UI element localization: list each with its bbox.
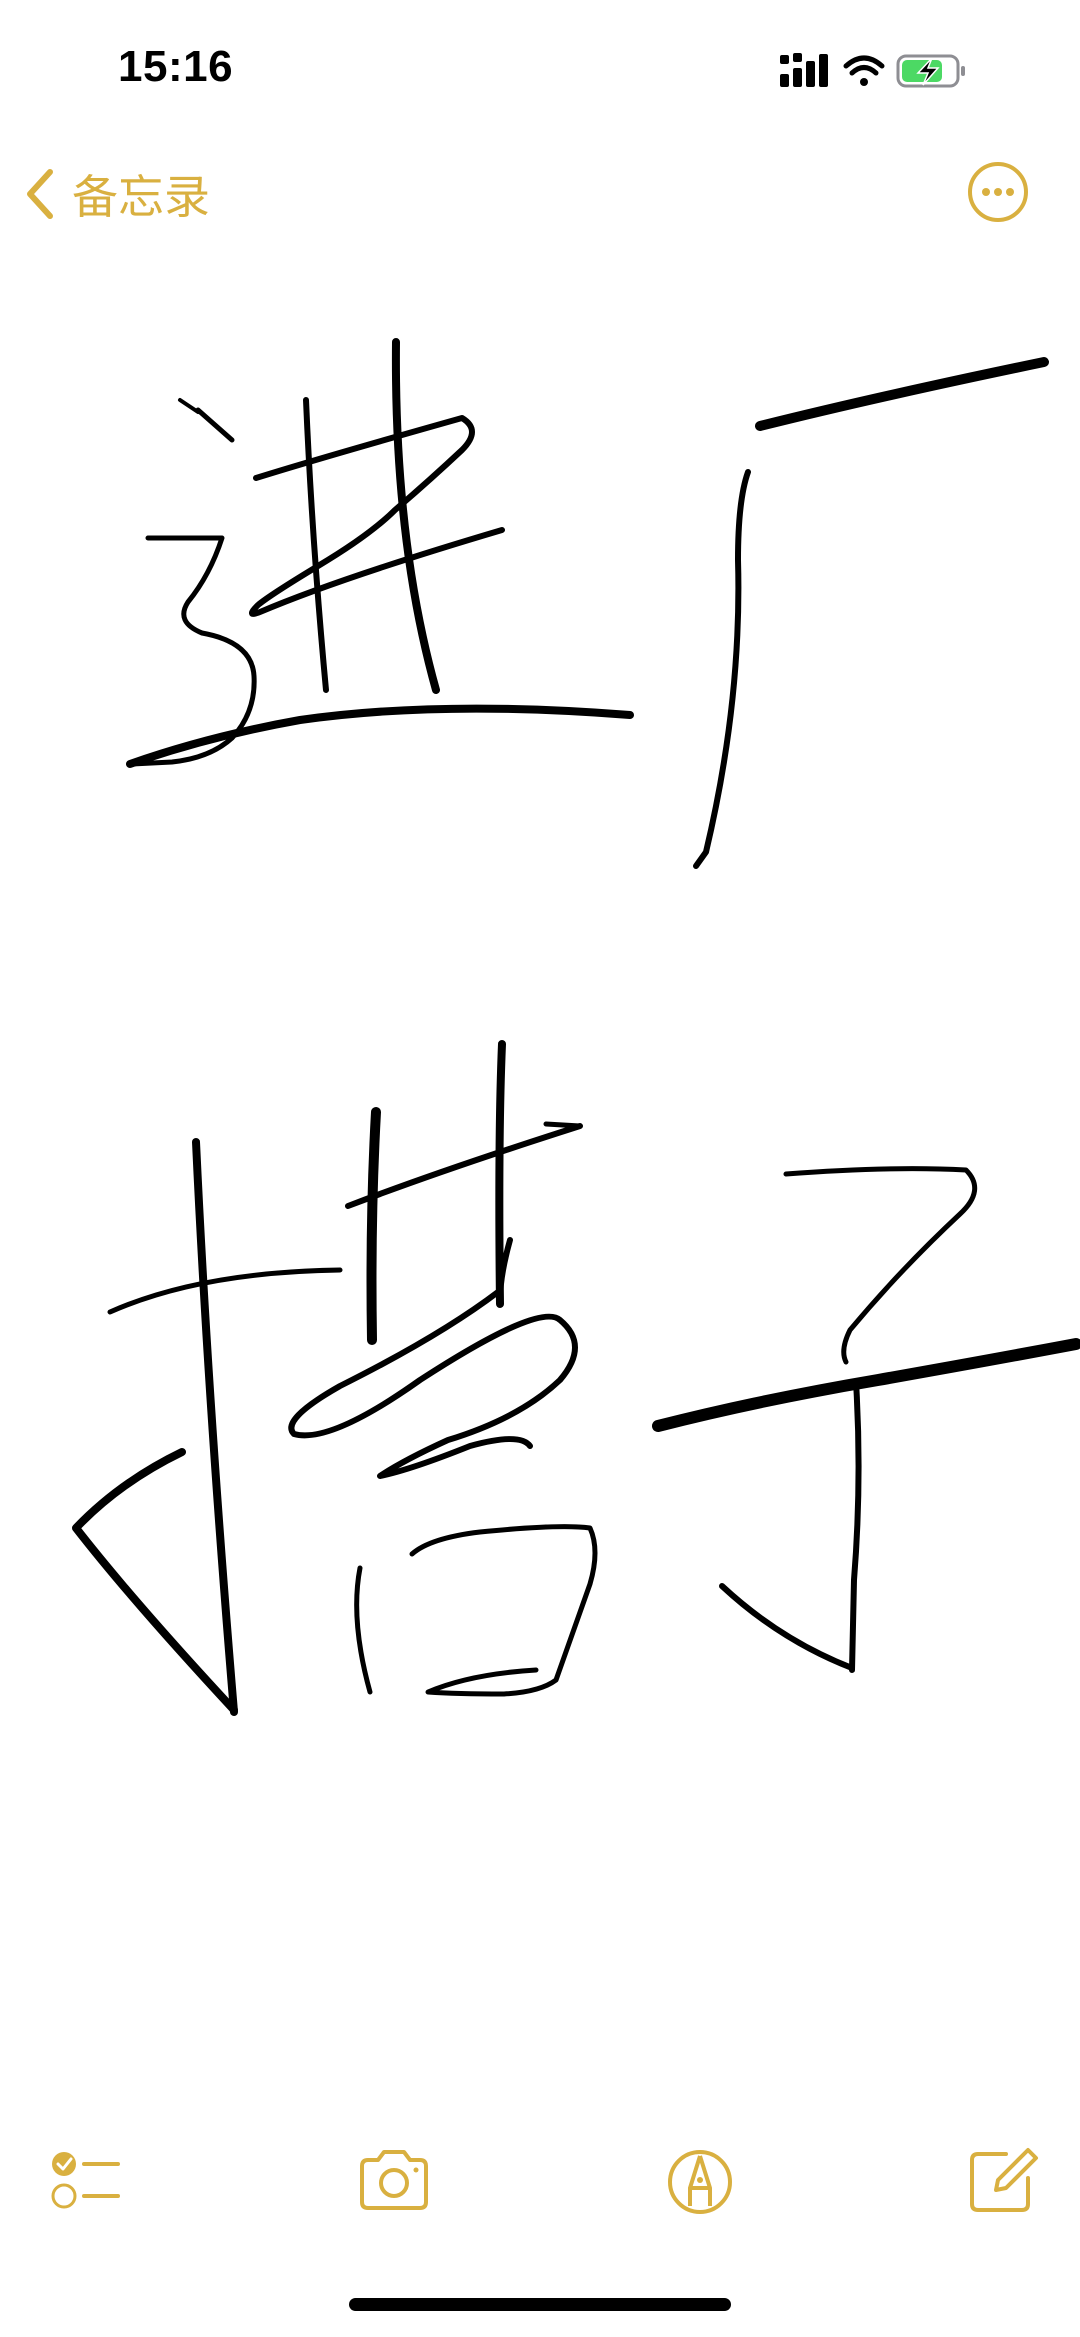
status-time: 15:16 [118, 42, 234, 91]
pen-tip-icon [668, 2150, 732, 2214]
chevron-left-icon [27, 169, 53, 219]
handwriting-canvas[interactable] [0, 250, 1080, 2100]
bottom-toolbar [0, 2140, 1080, 2240]
back-button[interactable]: 备忘录 [20, 162, 210, 226]
compose-button[interactable] [962, 2140, 1042, 2220]
checklist-icon [51, 2152, 120, 2209]
ellipsis-circle-icon [968, 162, 1028, 222]
more-button[interactable] [966, 160, 1030, 224]
nav-bar: 备忘录 [0, 140, 1080, 250]
battery-charging-icon [896, 54, 965, 88]
cellular-signal-icon [780, 53, 828, 87]
checklist-button[interactable] [44, 2140, 124, 2220]
status-icons [780, 52, 1010, 92]
home-indicator[interactable] [349, 2298, 731, 2311]
markup-button[interactable] [660, 2140, 740, 2220]
status-bar: 15:16 [0, 0, 1080, 130]
camera-button[interactable] [354, 2140, 434, 2220]
compose-icon [970, 2148, 1038, 2212]
camera-icon [360, 2150, 428, 2210]
wifi-icon [843, 55, 885, 86]
back-label: 备忘录 [72, 170, 210, 224]
handwriting-drawing [72, 338, 1080, 1716]
